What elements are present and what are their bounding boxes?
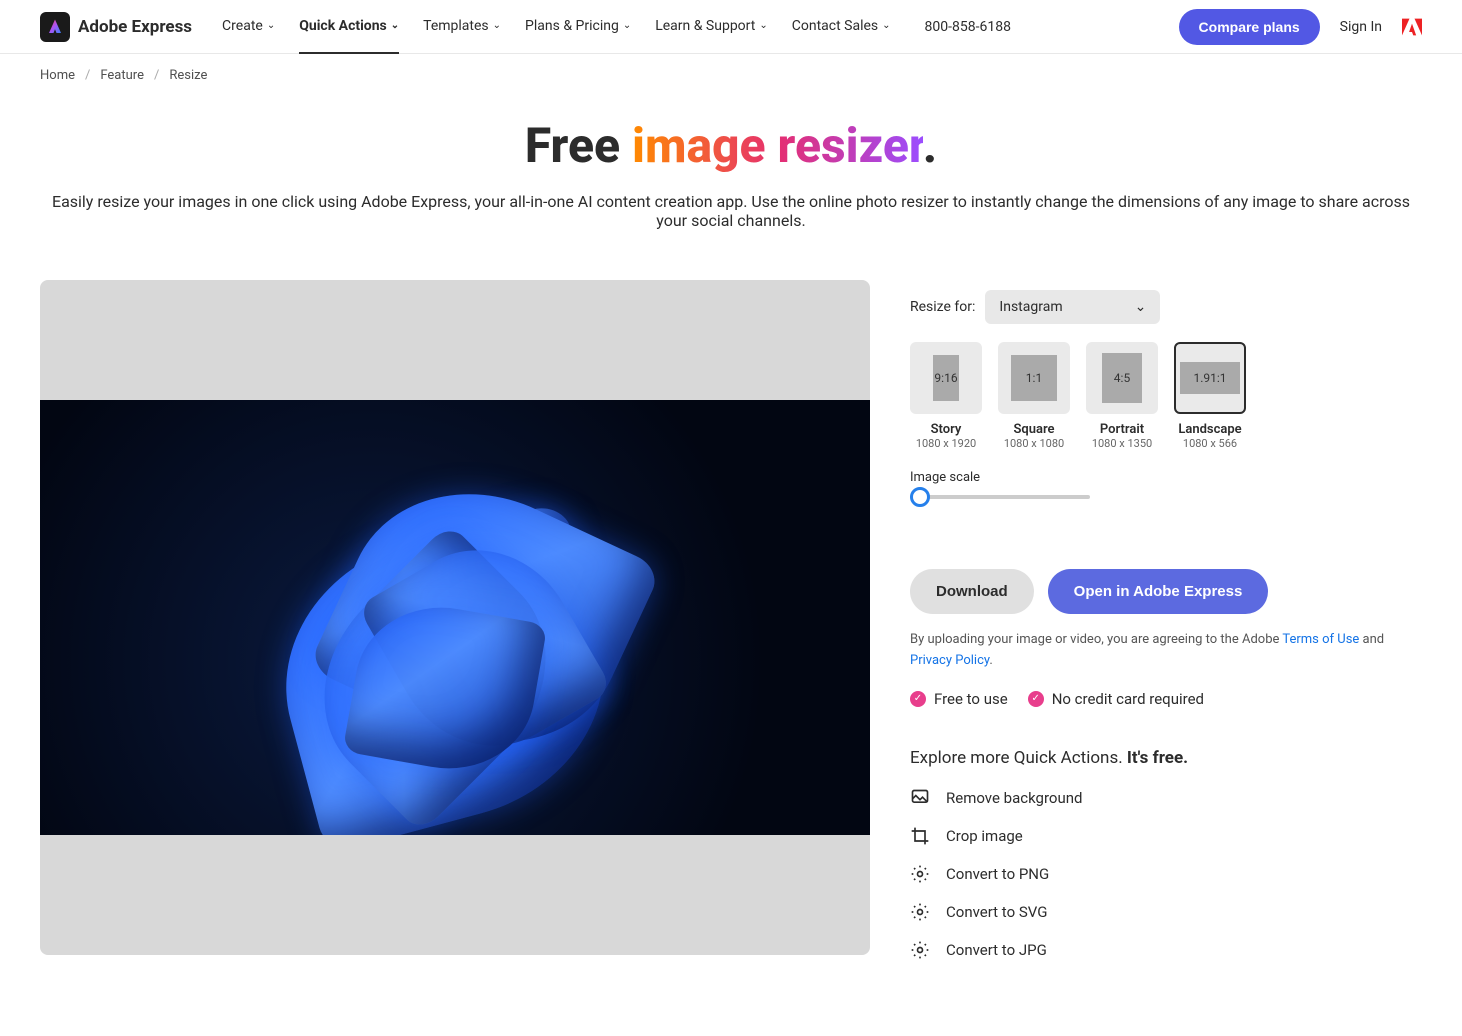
chevron-down-icon: ⌄ xyxy=(267,20,275,31)
image-preview-canvas xyxy=(40,280,870,955)
phone-number: 800-858-6188 xyxy=(925,19,1011,35)
ratio-option-landscape[interactable]: 1.91:1 Landscape 1080 x 566 xyxy=(1174,342,1246,450)
action-icon xyxy=(910,940,930,960)
open-in-express-button[interactable]: Open in Adobe Express xyxy=(1048,569,1269,614)
privacy-policy-link[interactable]: Privacy Policy xyxy=(910,653,989,668)
page-title: Free image resizer. xyxy=(40,117,1422,174)
chevron-down-icon: ⌄ xyxy=(1135,299,1147,315)
compare-plans-button[interactable]: Compare plans xyxy=(1179,9,1320,45)
breadcrumb-feature[interactable]: Feature xyxy=(100,68,144,83)
check-icon: ✓ xyxy=(910,691,926,707)
page-subtitle: Easily resize your images in one click u… xyxy=(40,192,1422,230)
nav-create[interactable]: Create⌄ xyxy=(222,0,275,54)
preview-image xyxy=(40,400,870,835)
chevron-down-icon: ⌄ xyxy=(882,20,890,31)
chevron-down-icon: ⌄ xyxy=(391,20,399,31)
image-scale-label: Image scale xyxy=(910,470,1422,485)
quick-actions-list: Remove background Crop image Convert to PN… xyxy=(910,788,1422,960)
ratio-option-portrait[interactable]: 4:5 Portrait 1080 x 1350 xyxy=(1086,342,1158,450)
action-icon xyxy=(910,788,930,808)
terms-of-use-link[interactable]: Terms of Use xyxy=(1282,632,1359,647)
nav-templates[interactable]: Templates⌄ xyxy=(423,0,501,54)
quick-action-remove-background[interactable]: Remove background xyxy=(910,788,1422,808)
main-nav: Create⌄ Quick Actions⌄ Templates⌄ Plans … xyxy=(222,0,1011,54)
brand-name: Adobe Express xyxy=(78,17,192,37)
check-icon: ✓ xyxy=(1028,691,1044,707)
quick-action-convert-to-svg[interactable]: Convert to SVG xyxy=(910,902,1422,922)
brand-logo[interactable]: Adobe Express xyxy=(40,12,192,42)
sign-in-link[interactable]: Sign In xyxy=(1340,19,1382,35)
terms-text: By uploading your image or video, you ar… xyxy=(910,630,1422,672)
resize-controls: Resize for: Instagram ⌄ 9:16 Story 1080 … xyxy=(910,280,1422,960)
resize-for-label: Resize for: xyxy=(910,299,975,315)
adobe-logo-icon xyxy=(1402,18,1422,36)
platform-select[interactable]: Instagram ⌄ xyxy=(985,290,1160,324)
nav-plans[interactable]: Plans & Pricing⌄ xyxy=(525,0,631,54)
breadcrumb-home[interactable]: Home xyxy=(40,68,75,83)
quick-action-convert-to-jpg[interactable]: Convert to JPG xyxy=(910,940,1422,960)
action-icon xyxy=(910,902,930,922)
nav-contact[interactable]: Contact Sales⌄ xyxy=(792,0,891,54)
chevron-down-icon: ⌄ xyxy=(759,20,767,31)
action-icon xyxy=(910,864,930,884)
download-button[interactable]: Download xyxy=(910,569,1034,614)
chevron-down-icon: ⌄ xyxy=(493,20,501,31)
hero-section: Free image resizer. Easily resize your i… xyxy=(0,97,1462,260)
top-nav: Adobe Express Create⌄ Quick Actions⌄ Tem… xyxy=(0,0,1462,54)
no-credit-card-badge: ✓ No credit card required xyxy=(1028,690,1204,708)
free-to-use-badge: ✓ Free to use xyxy=(910,690,1008,708)
image-scale-slider[interactable] xyxy=(910,495,1090,499)
ratio-option-story[interactable]: 9:16 Story 1080 x 1920 xyxy=(910,342,982,450)
chevron-down-icon: ⌄ xyxy=(623,20,631,31)
quick-action-convert-to-png[interactable]: Convert to PNG xyxy=(910,864,1422,884)
breadcrumb: Home / Feature / Resize xyxy=(0,54,1462,97)
nav-quick-actions[interactable]: Quick Actions⌄ xyxy=(299,0,399,54)
action-icon xyxy=(910,826,930,846)
breadcrumb-resize: Resize xyxy=(169,68,207,83)
nav-learn[interactable]: Learn & Support⌄ xyxy=(655,0,768,54)
express-icon xyxy=(40,12,70,42)
ratio-option-square[interactable]: 1:1 Square 1080 x 1080 xyxy=(998,342,1070,450)
aspect-ratio-options: 9:16 Story 1080 x 1920 1:1 Square 1080 x… xyxy=(910,342,1422,450)
slider-thumb[interactable] xyxy=(910,487,930,507)
quick-action-crop-image[interactable]: Crop image xyxy=(910,826,1422,846)
explore-heading: Explore more Quick Actions. It's free. xyxy=(910,748,1422,768)
